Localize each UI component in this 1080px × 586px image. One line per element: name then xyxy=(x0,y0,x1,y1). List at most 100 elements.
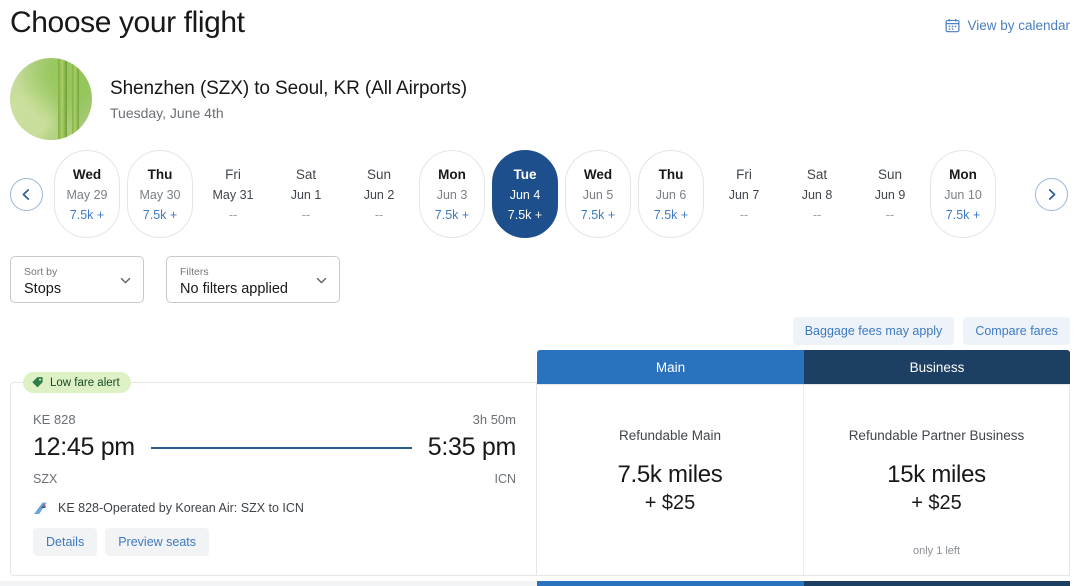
sort-by-select[interactable]: Sort by Stops xyxy=(10,256,144,303)
chevron-right-icon xyxy=(1045,188,1058,201)
compare-fares-button[interactable]: Compare fares xyxy=(963,317,1070,345)
page-title: Choose your flight xyxy=(10,6,245,39)
date-pill-dow: Thu xyxy=(658,166,684,182)
date-pill[interactable]: Mon Jun 10 7.5k + xyxy=(930,150,996,238)
date-pill[interactable]: Thu Jun 6 7.5k + xyxy=(638,150,704,238)
date-pill-dow: Thu xyxy=(147,166,173,182)
flight-times-row: 12:45 pm 5:35 pm xyxy=(33,433,516,462)
list-controls: Sort by Stops Filters No filters applied xyxy=(10,256,340,303)
flight-path-line xyxy=(150,446,412,449)
cabin-header: Main Business xyxy=(537,350,1070,384)
departure-time: 12:45 pm xyxy=(33,433,135,461)
fare-seats-left: only 1 left xyxy=(912,545,961,557)
flight-airports-row: SZX ICN xyxy=(33,472,516,486)
date-pill-date: Jun 8 xyxy=(801,187,833,202)
date-pill-date: Jun 10 xyxy=(944,187,982,202)
date-pill-price: 7.5k + xyxy=(653,207,689,222)
route-title: Shenzhen (SZX) to Seoul, KR (All Airport… xyxy=(110,77,467,99)
route-summary: Shenzhen (SZX) to Seoul, KR (All Airport… xyxy=(10,58,467,140)
view-by-calendar-button[interactable]: View by calendar xyxy=(945,18,1070,33)
sort-by-label: Sort by xyxy=(24,265,58,278)
date-pill[interactable]: Fri May 31 -- xyxy=(200,150,266,238)
date-pill-date: Jun 2 xyxy=(363,187,395,202)
date-pill[interactable]: Sat Jun 8 -- xyxy=(784,150,850,238)
date-pill-date: Jun 6 xyxy=(655,187,687,202)
date-pill[interactable]: Wed May 29 7.5k + xyxy=(54,150,120,238)
date-pill[interactable]: Mon Jun 3 7.5k + xyxy=(419,150,485,238)
fare-options-panel: Refundable Main 7.5k miles + $25 Refunda… xyxy=(537,384,1070,576)
date-pill-dow: Fri xyxy=(225,166,241,182)
fare-miles: 7.5k miles xyxy=(617,461,723,488)
date-pill-date: May 29 xyxy=(66,187,108,202)
carousel-next-button[interactable] xyxy=(1035,178,1068,211)
date-pill[interactable]: Sun Jun 2 -- xyxy=(346,150,412,238)
date-pill-dow: Sun xyxy=(877,166,903,182)
fare-info-links: Baggage fees may apply Compare fares xyxy=(792,317,1070,345)
date-pill[interactable]: Fri Jun 7 -- xyxy=(711,150,777,238)
cabin-tab-main[interactable]: Main xyxy=(537,350,804,384)
operator-row: KE 828-Operated by Korean Air: SZX to IC… xyxy=(33,501,304,515)
date-pill-date: May 31 xyxy=(212,187,254,202)
fare-option-main[interactable]: Refundable Main 7.5k miles + $25 xyxy=(537,385,803,575)
filters-select[interactable]: Filters No filters applied xyxy=(166,256,340,303)
date-pill-dow: Fri xyxy=(736,166,752,182)
date-pill-date: Jun 4 xyxy=(509,187,541,202)
date-pill-dow: Wed xyxy=(72,166,102,182)
operator-text: KE 828-Operated by Korean Air: SZX to IC… xyxy=(58,501,304,515)
date-pill-price: 7.5k + xyxy=(580,207,616,222)
date-pill-list: Wed May 29 7.5k + Thu May 30 7.5k + Fri May 31 -… xyxy=(54,150,1003,238)
airline-tail-icon xyxy=(33,502,49,515)
destination-avatar xyxy=(10,58,92,140)
date-pill[interactable]: Sat Jun 1 -- xyxy=(273,150,339,238)
filters-value: No filters applied xyxy=(180,280,288,297)
fare-name: Refundable Main xyxy=(618,428,722,443)
date-pill-price: 7.5k + xyxy=(507,207,543,222)
fare-cash: + $25 xyxy=(644,492,696,514)
date-pill-dow: Sun xyxy=(366,166,392,182)
flight-duration: 3h 50m xyxy=(472,412,516,427)
fare-cash: + $25 xyxy=(911,492,962,514)
date-pill-price: -- xyxy=(739,207,749,222)
date-pill-dow: Mon xyxy=(949,166,977,182)
flight-card[interactable]: Low fare alert KE 828 3h 50m 12:45 pm 5:… xyxy=(10,372,537,576)
fare-name: Refundable Partner Business xyxy=(848,428,1025,443)
chevron-down-icon xyxy=(119,274,132,287)
cabin-tab-business[interactable]: Business xyxy=(804,350,1070,384)
date-pill-price: -- xyxy=(374,207,384,222)
bottom-strip xyxy=(0,581,537,586)
tag-icon xyxy=(31,376,44,389)
date-carousel: Wed May 29 7.5k + Thu May 30 7.5k + Fri May 31 -… xyxy=(0,150,1080,242)
date-pill-price: -- xyxy=(228,207,238,222)
sort-by-value: Stops xyxy=(24,280,62,297)
date-pill-price: 7.5k + xyxy=(945,207,981,222)
calendar-icon xyxy=(945,18,960,33)
low-fare-alert-badge: Low fare alert xyxy=(23,372,131,393)
flight-number: KE 828 xyxy=(33,412,76,427)
date-pill-dow: Wed xyxy=(583,166,613,182)
date-pill-date: Jun 1 xyxy=(290,187,322,202)
date-pill-date: Jun 7 xyxy=(728,187,760,202)
date-pill[interactable]: Wed Jun 5 7.5k + xyxy=(565,150,631,238)
filters-label: Filters xyxy=(180,265,209,278)
low-fare-alert-label: Low fare alert xyxy=(50,376,120,389)
accent-bar-business xyxy=(804,581,1070,586)
departure-airport: SZX xyxy=(33,472,58,486)
date-pill-date: Jun 9 xyxy=(874,187,906,202)
route-date: Tuesday, June 4th xyxy=(110,104,224,121)
flight-search-page: Choose your flight View by calendar Shen… xyxy=(0,0,1080,586)
date-pill-price: 7.5k + xyxy=(142,207,178,222)
details-button[interactable]: Details xyxy=(33,528,98,556)
date-pill[interactable]: Thu May 30 7.5k + xyxy=(127,150,193,238)
carousel-prev-button[interactable] xyxy=(10,178,43,211)
preview-seats-button[interactable]: Preview seats xyxy=(105,528,210,556)
arrival-airport: ICN xyxy=(494,472,516,486)
date-pill-date: Jun 3 xyxy=(436,187,468,202)
date-pill-dow: Mon xyxy=(438,166,466,182)
date-pill[interactable]: Tue Jun 4 7.5k + xyxy=(492,150,558,238)
fare-option-business[interactable]: Refundable Partner Business 15k miles + … xyxy=(803,385,1069,575)
date-pill[interactable]: Sun Jun 9 -- xyxy=(857,150,923,238)
baggage-fees-button[interactable]: Baggage fees may apply xyxy=(792,317,955,345)
date-pill-date: May 30 xyxy=(139,187,181,202)
chevron-down-icon xyxy=(315,274,328,287)
date-pill-price: -- xyxy=(301,207,311,222)
